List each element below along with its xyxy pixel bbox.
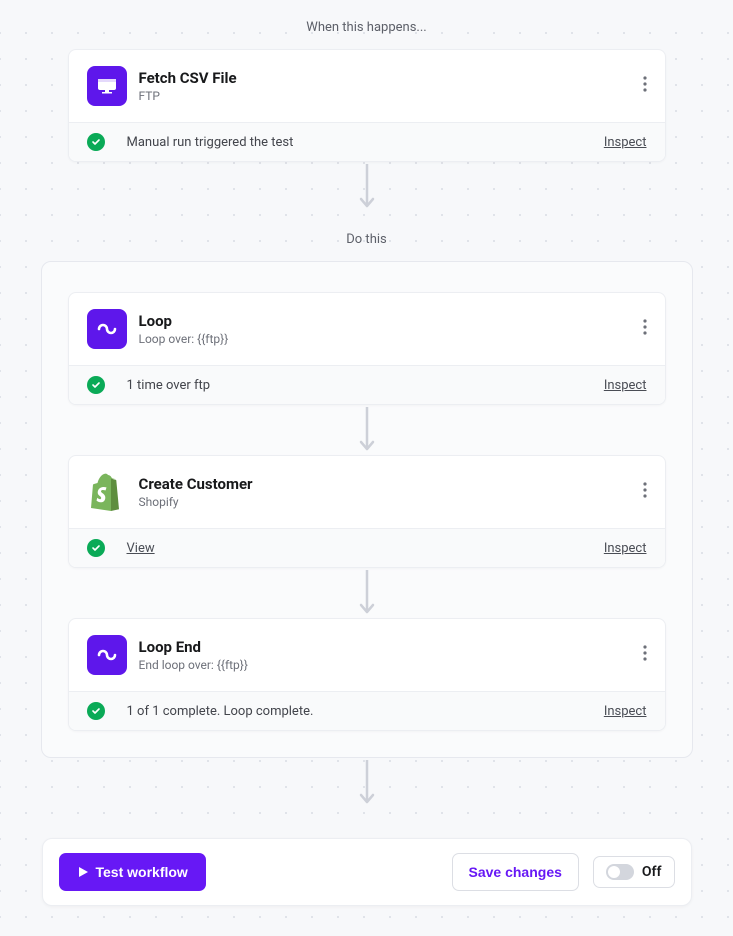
create-customer-view-link[interactable]: View bbox=[127, 541, 604, 556]
shopify-icon bbox=[87, 472, 127, 512]
success-check-icon bbox=[87, 702, 105, 720]
trigger-subtitle: FTP bbox=[139, 89, 631, 103]
loop-start-card[interactable]: Loop Loop over: {{ftp}} 1 time over ftp … bbox=[68, 292, 666, 405]
play-icon bbox=[77, 866, 89, 878]
create-customer-title: Create Customer bbox=[139, 475, 631, 494]
trigger-title: Fetch CSV File bbox=[139, 69, 631, 88]
save-changes-button[interactable]: Save changes bbox=[452, 853, 579, 891]
create-customer-card[interactable]: Create Customer Shopify View Inspect bbox=[68, 455, 666, 568]
action-section-label: Do this bbox=[0, 232, 733, 247]
trigger-inspect-link[interactable]: Inspect bbox=[604, 135, 647, 150]
create-customer-menu-button[interactable] bbox=[631, 478, 647, 506]
loop-container: Loop Loop over: {{ftp}} 1 time over ftp … bbox=[41, 261, 693, 758]
more-icon bbox=[643, 482, 647, 498]
toggle-switch-icon bbox=[606, 864, 634, 880]
loop-end-card[interactable]: Loop End End loop over: {{ftp}} 1 of 1 c… bbox=[68, 618, 666, 731]
loop-icon bbox=[87, 309, 127, 349]
loop-start-inspect-link[interactable]: Inspect bbox=[604, 378, 647, 393]
footer-bar: Test workflow Save changes Off bbox=[42, 838, 692, 906]
loop-end-menu-button[interactable] bbox=[631, 641, 647, 669]
arrow-down-icon bbox=[357, 568, 377, 618]
trigger-menu-button[interactable] bbox=[631, 72, 647, 100]
loop-end-inspect-link[interactable]: Inspect bbox=[604, 704, 647, 719]
ftp-icon bbox=[87, 66, 127, 106]
success-check-icon bbox=[87, 133, 105, 151]
trigger-section-label: When this happens... bbox=[0, 20, 733, 35]
trigger-status-text: Manual run triggered the test bbox=[127, 135, 604, 150]
loop-start-status-text: 1 time over ftp bbox=[127, 378, 604, 393]
arrow-down-icon bbox=[357, 758, 377, 808]
loop-start-menu-button[interactable] bbox=[631, 315, 647, 343]
more-icon bbox=[643, 319, 647, 335]
arrow-down-icon bbox=[357, 162, 377, 212]
loop-end-subtitle: End loop over: {{ftp}} bbox=[139, 658, 631, 672]
success-check-icon bbox=[87, 376, 105, 394]
loop-end-title: Loop End bbox=[139, 638, 631, 657]
loop-end-status-text: 1 of 1 complete. Loop complete. bbox=[127, 704, 604, 719]
trigger-card[interactable]: Fetch CSV File FTP Manual run triggered … bbox=[68, 49, 666, 162]
more-icon bbox=[643, 645, 647, 661]
workflow-toggle[interactable]: Off bbox=[593, 856, 675, 888]
test-workflow-button[interactable]: Test workflow bbox=[59, 853, 206, 891]
arrow-down-icon bbox=[357, 405, 377, 455]
loop-end-icon bbox=[87, 635, 127, 675]
create-customer-inspect-link[interactable]: Inspect bbox=[604, 541, 647, 556]
create-customer-subtitle: Shopify bbox=[139, 495, 631, 509]
test-workflow-label: Test workflow bbox=[96, 864, 188, 880]
toggle-label: Off bbox=[642, 864, 662, 880]
success-check-icon bbox=[87, 539, 105, 557]
loop-start-title: Loop bbox=[139, 312, 631, 331]
loop-start-subtitle: Loop over: {{ftp}} bbox=[139, 332, 631, 346]
more-icon bbox=[643, 76, 647, 92]
